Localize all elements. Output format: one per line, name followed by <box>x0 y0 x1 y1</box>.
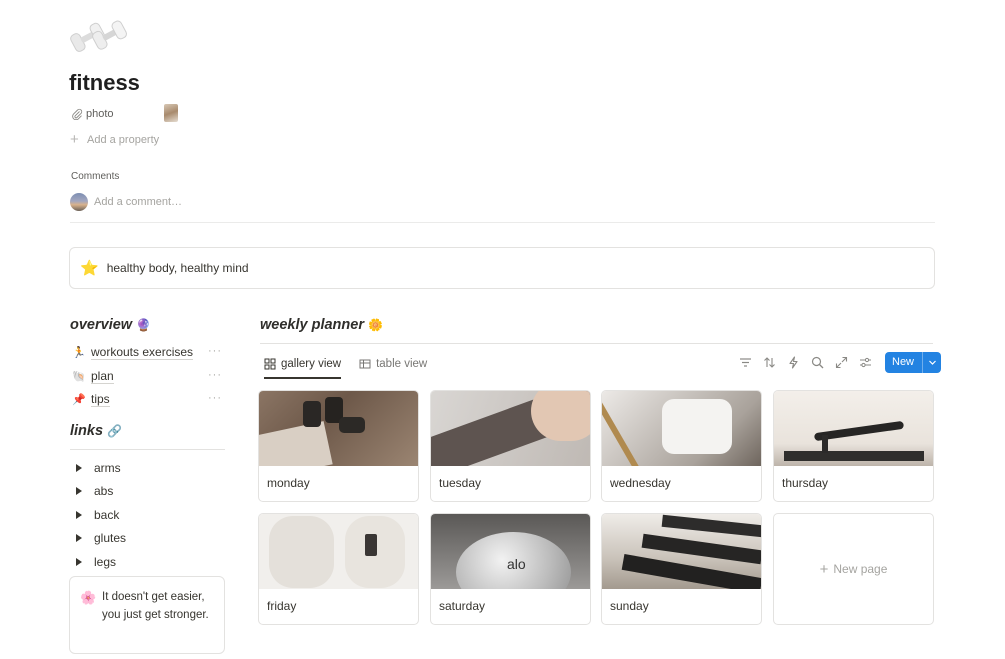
card-title: saturday <box>439 599 486 613</box>
toggle-triangle-icon[interactable] <box>76 510 82 519</box>
divider <box>70 449 225 450</box>
new-button-label: New <box>885 351 924 373</box>
card-cover-image <box>602 514 761 589</box>
more-options-icon[interactable]: ··· <box>208 345 222 357</box>
card-cover-image <box>774 391 933 466</box>
toggle-arms[interactable]: arms <box>73 456 223 480</box>
overview-list: 🏃 workouts exercises ··· 🐚 plan ··· 📌 ti… <box>72 341 222 412</box>
quote-callout[interactable]: 🌸 It doesn't get easier, you just get st… <box>69 576 225 654</box>
table-icon <box>359 359 371 369</box>
toggle-legs[interactable]: legs <box>73 550 223 574</box>
new-button[interactable]: New <box>885 351 942 373</box>
toggle-abs[interactable]: abs <box>73 480 223 504</box>
plus-icon: + <box>819 560 829 578</box>
toggle-back[interactable]: back <box>73 503 223 527</box>
card-cover-image: alo <box>431 514 590 589</box>
gallery-grid-icon <box>264 358 276 370</box>
link-icon: 🔗 <box>107 424 123 438</box>
comments-label: Comments <box>71 171 120 182</box>
links-list: arms abs back glutes legs <box>73 456 223 574</box>
overview-item-label: workouts exercises <box>91 345 194 361</box>
cherry-blossom-icon: 🌸 <box>80 590 97 605</box>
card-title: friday <box>267 599 297 613</box>
gallery-card[interactable]: alo saturday <box>430 513 591 625</box>
gallery-card[interactable]: monday <box>258 390 419 502</box>
plus-icon: + <box>70 131 79 148</box>
shell-icon: 🐚 <box>72 370 86 383</box>
links-heading: links 🔗 <box>70 423 123 439</box>
toggle-label: legs <box>94 554 117 569</box>
divider <box>70 222 935 223</box>
view-tabs: gallery view table view <box>264 354 445 379</box>
gallery-card[interactable]: tuesday <box>430 390 591 502</box>
database-toolbar: New <box>737 351 942 373</box>
tab-gallery-view[interactable]: gallery view <box>264 354 342 379</box>
more-options-icon[interactable]: ··· <box>208 392 222 404</box>
card-title: thursday <box>782 476 829 490</box>
property-photo-thumbnail[interactable] <box>164 104 178 122</box>
gallery-card[interactable]: friday <box>258 513 419 625</box>
toggle-triangle-icon[interactable] <box>76 557 82 566</box>
tab-label: gallery view <box>281 358 342 370</box>
automation-bolt-icon[interactable] <box>785 354 801 370</box>
paperclip-icon <box>72 108 83 120</box>
tab-table-view[interactable]: table view <box>359 354 427 374</box>
more-options-icon[interactable]: ··· <box>208 369 222 381</box>
toggle-label: arms <box>94 460 121 475</box>
card-cover-image <box>259 391 418 466</box>
page-title[interactable]: fitness <box>69 70 140 96</box>
callout[interactable]: ⭐ healthy body, healthy mind <box>69 247 935 289</box>
callout-text: healthy body, healthy mind <box>106 261 249 275</box>
avatar <box>70 193 88 211</box>
tab-label: table view <box>376 358 428 370</box>
divider <box>260 343 933 344</box>
overview-item-workouts[interactable]: 🏃 workouts exercises ··· <box>72 341 222 365</box>
card-cover-image <box>259 514 418 589</box>
filter-icon[interactable] <box>737 354 753 370</box>
toggle-label: back <box>94 507 120 522</box>
card-title: wednesday <box>610 476 671 490</box>
gallery-card[interactable]: wednesday <box>601 390 762 502</box>
expand-icon[interactable] <box>833 354 849 370</box>
toggle-triangle-icon[interactable] <box>76 487 82 496</box>
settings-sliders-icon[interactable] <box>857 354 873 370</box>
toggle-triangle-icon[interactable] <box>76 463 82 472</box>
chevron-down-icon[interactable] <box>923 358 941 367</box>
blossom-icon: 🌼 <box>368 318 383 332</box>
add-property-label: Add a property <box>87 134 160 146</box>
new-page-label: New page <box>833 562 888 576</box>
toggle-label: abs <box>94 484 114 499</box>
sort-icon[interactable] <box>761 354 777 370</box>
runner-icon: 🏃 <box>72 347 86 360</box>
overview-item-label: plan <box>91 368 114 384</box>
comment-input[interactable]: Add a comment… <box>70 193 182 211</box>
card-title: monday <box>267 476 310 490</box>
overview-item-tips[interactable]: 📌 tips ··· <box>72 388 222 412</box>
gallery-card[interactable]: thursday <box>773 390 934 502</box>
toggle-label: glutes <box>94 531 127 546</box>
planner-heading: weekly planner 🌼 <box>260 317 383 333</box>
search-icon[interactable] <box>809 354 825 370</box>
gallery-card[interactable]: sunday <box>601 513 762 625</box>
card-title: sunday <box>610 599 649 613</box>
overview-heading: overview 🔮 <box>70 317 152 333</box>
comment-placeholder: Add a comment… <box>94 196 183 208</box>
star-icon: ⭐ <box>80 260 99 277</box>
toggle-glutes[interactable]: glutes <box>73 527 223 551</box>
crystal-ball-icon: 🔮 <box>136 318 152 332</box>
toggle-triangle-icon[interactable] <box>76 534 82 543</box>
card-title: tuesday <box>439 476 482 490</box>
overview-item-plan[interactable]: 🐚 plan ··· <box>72 365 222 389</box>
dumbbell-icon[interactable] <box>68 12 130 58</box>
quote-text: It doesn't get easier, you just get stro… <box>102 591 209 621</box>
add-property-button[interactable]: + Add a property <box>70 131 160 148</box>
card-cover-image <box>602 391 761 466</box>
new-page-card[interactable]: + New page <box>773 513 934 625</box>
card-cover-image <box>431 391 590 466</box>
pushpin-icon: 📌 <box>72 394 86 407</box>
property-photo[interactable]: photo <box>71 106 114 122</box>
overview-item-label: tips <box>91 392 110 408</box>
property-label: photo <box>86 108 114 120</box>
